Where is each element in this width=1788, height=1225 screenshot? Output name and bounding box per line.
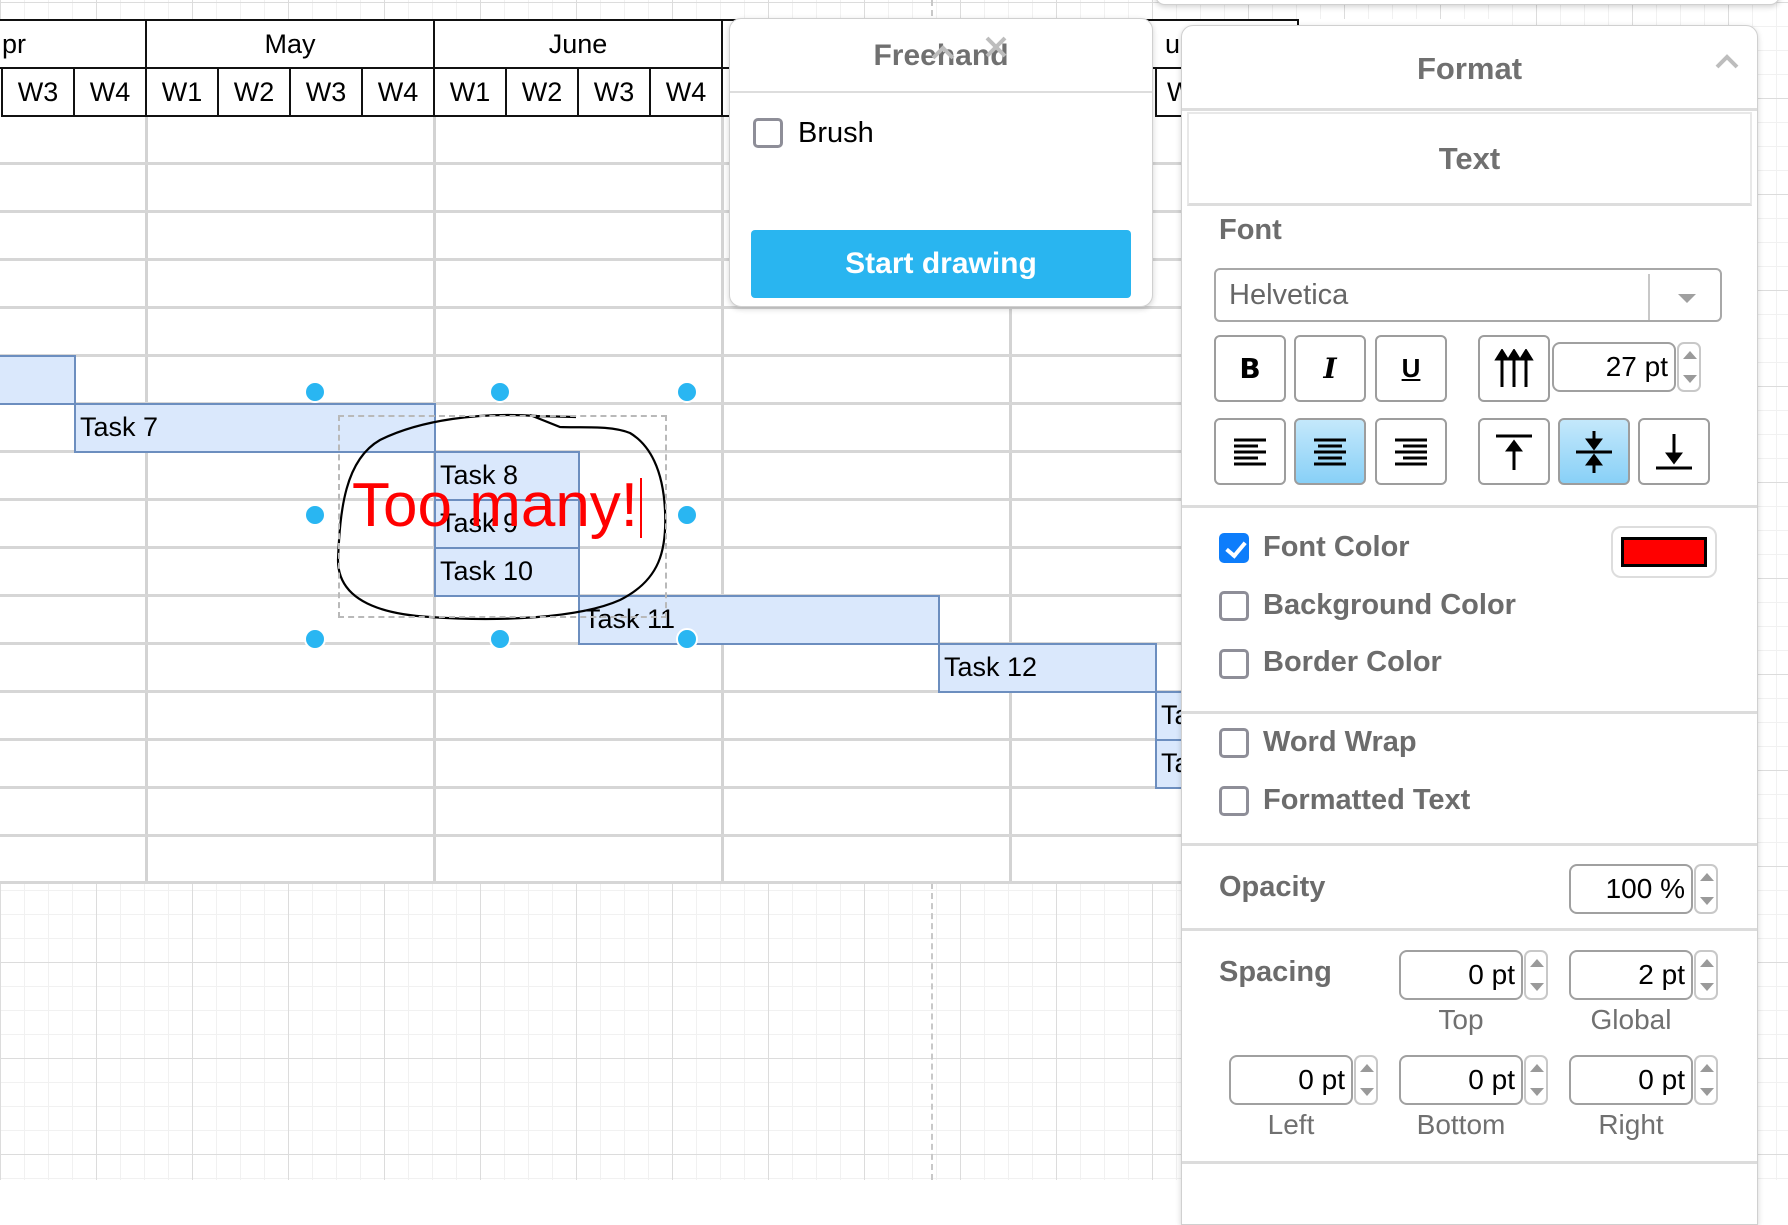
align-middle-icon bbox=[1576, 430, 1612, 473]
divider bbox=[1182, 711, 1757, 714]
align-bottom-icon bbox=[1656, 433, 1692, 469]
spacing-label: Spacing bbox=[1219, 956, 1332, 988]
freehand-panel: Freehand Brush Start drawing bbox=[729, 18, 1153, 307]
brush-label: Brush bbox=[798, 117, 874, 149]
vertical-text-icon bbox=[1494, 348, 1534, 387]
spacing-left-input[interactable]: 0 pt bbox=[1229, 1055, 1353, 1105]
brush-checkbox[interactable] bbox=[753, 118, 783, 148]
spacing-global-stepper[interactable] bbox=[1694, 950, 1718, 1000]
spacing-top-stepper[interactable] bbox=[1524, 950, 1548, 1000]
font-color-swatch-fill bbox=[1621, 537, 1707, 567]
resize-handle-se[interactable] bbox=[676, 628, 698, 650]
formatted-text-checkbox[interactable] bbox=[1219, 786, 1249, 816]
align-right-button[interactable] bbox=[1375, 418, 1447, 485]
underline-button[interactable]: U bbox=[1375, 335, 1447, 402]
resize-handle-sw[interactable] bbox=[304, 628, 326, 650]
spacing-global-input[interactable]: 2 pt bbox=[1569, 950, 1693, 1000]
font-size-stepper[interactable] bbox=[1677, 342, 1701, 392]
spacing-right-input[interactable]: 0 pt bbox=[1569, 1055, 1693, 1105]
underline-icon: U bbox=[1401, 353, 1421, 383]
background-color-label: Background Color bbox=[1263, 589, 1516, 621]
background-color-checkbox[interactable] bbox=[1219, 591, 1249, 621]
resize-handle-nw[interactable] bbox=[304, 381, 326, 403]
collapse-icon[interactable] bbox=[930, 37, 956, 67]
opacity-label: Opacity bbox=[1219, 871, 1326, 903]
font-family-select[interactable]: Helvetica bbox=[1214, 268, 1722, 322]
opacity-stepper[interactable] bbox=[1694, 864, 1718, 914]
spacing-right-stepper[interactable] bbox=[1694, 1055, 1718, 1105]
font-color-swatch[interactable] bbox=[1611, 526, 1717, 578]
annotation-text[interactable]: Too many! bbox=[352, 475, 643, 538]
border-color-label: Border Color bbox=[1263, 646, 1442, 678]
divider bbox=[1182, 1161, 1757, 1164]
align-top-button[interactable] bbox=[1478, 418, 1550, 485]
align-bottom-button[interactable] bbox=[1638, 418, 1710, 485]
align-center-icon bbox=[1314, 438, 1346, 465]
align-right-icon bbox=[1395, 438, 1427, 465]
resize-handle-s[interactable] bbox=[489, 628, 511, 650]
spacing-top-label: Top bbox=[1438, 1004, 1484, 1035]
format-panel: Format Text Font Helvetica B I U 27 pt F… bbox=[1181, 25, 1758, 1225]
border-color-checkbox[interactable] bbox=[1219, 649, 1249, 679]
align-middle-button[interactable] bbox=[1558, 418, 1630, 485]
spacing-left-label: Left bbox=[1267, 1109, 1315, 1140]
resize-handle-e[interactable] bbox=[676, 504, 698, 526]
word-wrap-checkbox[interactable] bbox=[1219, 728, 1249, 758]
spacing-left-stepper[interactable] bbox=[1354, 1055, 1378, 1105]
tab-text[interactable]: Text bbox=[1187, 112, 1752, 206]
resize-handle-w[interactable] bbox=[304, 504, 326, 526]
font-size-input[interactable]: 27 pt bbox=[1552, 342, 1676, 392]
collapse-format-icon[interactable] bbox=[1714, 46, 1740, 76]
align-top-icon bbox=[1496, 434, 1532, 470]
text-caret bbox=[640, 478, 643, 538]
font-color-label: Font Color bbox=[1263, 531, 1410, 563]
spacing-right-label: Right bbox=[1598, 1109, 1664, 1140]
word-wrap-label: Word Wrap bbox=[1263, 726, 1417, 758]
divider bbox=[1182, 843, 1757, 846]
vertical-text-button[interactable] bbox=[1478, 335, 1550, 402]
spacing-bottom-label: Bottom bbox=[1416, 1109, 1506, 1140]
align-left-button[interactable] bbox=[1214, 418, 1286, 485]
resize-handle-n[interactable] bbox=[489, 381, 511, 403]
chevron-down-icon bbox=[1678, 294, 1696, 303]
start-drawing-button[interactable]: Start drawing bbox=[751, 230, 1131, 298]
close-icon[interactable] bbox=[984, 35, 1008, 65]
resize-handle-ne[interactable] bbox=[676, 381, 698, 403]
opacity-input[interactable]: 100 % bbox=[1569, 864, 1693, 914]
bold-button[interactable]: B bbox=[1214, 335, 1286, 402]
font-color-checkbox[interactable] bbox=[1219, 533, 1249, 563]
formatted-text-label: Formatted Text bbox=[1263, 784, 1471, 816]
align-center-button[interactable] bbox=[1294, 418, 1366, 485]
align-left-icon bbox=[1234, 438, 1266, 465]
font-section-label: Font bbox=[1219, 214, 1282, 246]
spacing-bottom-stepper[interactable] bbox=[1524, 1055, 1548, 1105]
spacing-global-label: Global bbox=[1590, 1004, 1672, 1035]
spacing-bottom-input[interactable]: 0 pt bbox=[1399, 1055, 1523, 1105]
bold-icon: B bbox=[1239, 352, 1261, 385]
spacing-top-input[interactable]: 0 pt bbox=[1399, 950, 1523, 1000]
format-title: Format bbox=[1182, 26, 1757, 111]
italic-button[interactable]: I bbox=[1294, 335, 1366, 402]
background-panel bbox=[1155, 0, 1780, 5]
divider bbox=[1182, 505, 1757, 508]
divider bbox=[1182, 928, 1757, 931]
italic-icon: I bbox=[1323, 352, 1337, 385]
